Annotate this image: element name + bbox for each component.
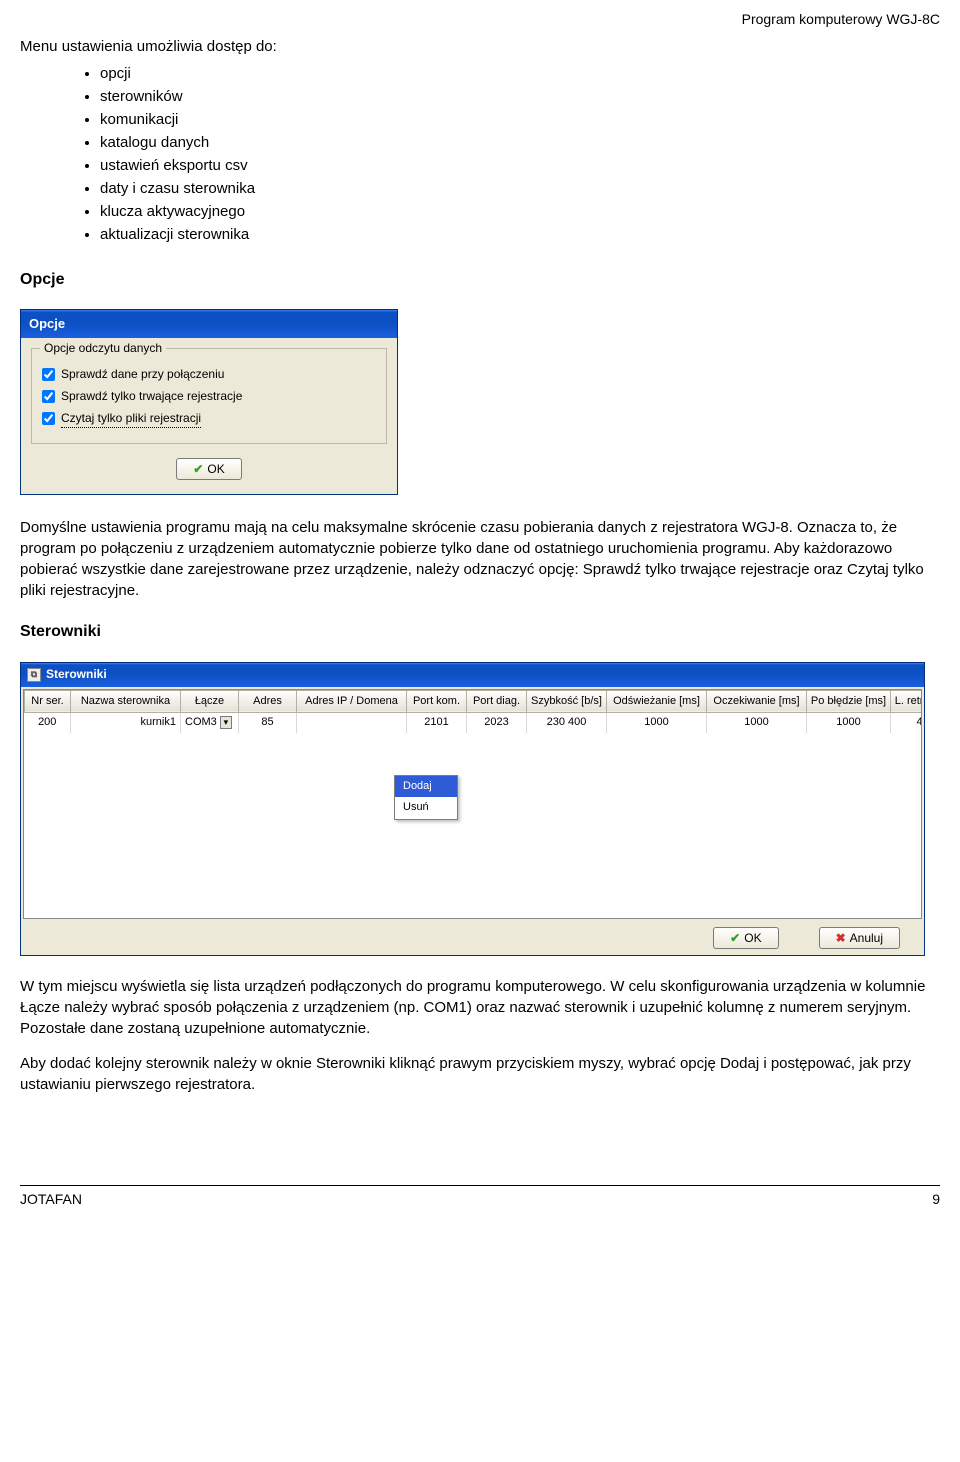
- menu-bullet-list: opcji sterowników komunikacji katalogu d…: [100, 63, 940, 245]
- opcje-title: Opcje: [29, 315, 65, 333]
- checkbox-2[interactable]: [42, 390, 55, 403]
- cell-pobl[interactable]: 1000: [807, 713, 891, 733]
- cancel-label: Anuluj: [850, 931, 883, 945]
- dropdown-arrow-icon[interactable]: ▾: [220, 716, 232, 729]
- col-nrser[interactable]: Nr ser.: [25, 690, 71, 712]
- col-lretr[interactable]: L. retrans.: [891, 690, 923, 712]
- cell-odsw[interactable]: 1000: [607, 713, 707, 733]
- footer-right: 9: [932, 1190, 940, 1210]
- opcje-paragraph: Domyślne ustawienia programu mają na cel…: [20, 517, 940, 601]
- opcje-groupbox: Opcje odczytu danych Sprawdź dane przy p…: [31, 348, 387, 444]
- sterowniki-table: Nr ser. Nazwa sterownika Łącze Adres Adr…: [24, 690, 922, 733]
- checkbox-1[interactable]: [42, 368, 55, 381]
- check-icon: ✔: [730, 931, 740, 945]
- checkbox-label-3: Czytaj tylko pliki rejestracji: [61, 410, 201, 429]
- sterowniki-dialog: ⧉ Sterowniki Nr ser. Nazwa sterownika Łą…: [20, 662, 925, 956]
- close-icon: ✖: [836, 931, 846, 945]
- col-ocz[interactable]: Oczekiwanie [ms]: [707, 690, 807, 712]
- opcje-dialog: Opcje Opcje odczytu danych Sprawdź dane …: [20, 309, 398, 495]
- check-icon: ✔: [193, 462, 203, 476]
- checkbox-3[interactable]: [42, 412, 55, 425]
- opcje-ok-button[interactable]: ✔ OK: [176, 458, 241, 480]
- sterowniki-paragraph-1: W tym miejscu wyświetla się lista urządz…: [20, 976, 940, 1039]
- cell-nrser[interactable]: 200: [25, 713, 71, 733]
- checkbox-label-1: Sprawdź dane przy połączeniu: [61, 366, 224, 383]
- list-item: daty i czasu sterownika: [100, 178, 940, 199]
- cell-ocz[interactable]: 1000: [707, 713, 807, 733]
- sterowniki-footer: ✔ OK ✖ Anuluj: [21, 921, 924, 955]
- sterowniki-table-wrap: Nr ser. Nazwa sterownika Łącze Adres Adr…: [23, 689, 922, 919]
- opcje-titlebar[interactable]: Opcje: [21, 310, 397, 338]
- cell-szyb[interactable]: 230 400: [527, 713, 607, 733]
- cell-ip[interactable]: [297, 713, 407, 733]
- list-item: ustawień eksportu csv: [100, 155, 940, 176]
- list-item: sterowników: [100, 86, 940, 107]
- list-item: klucza aktywacyjnego: [100, 201, 940, 222]
- table-header-row: Nr ser. Nazwa sterownika Łącze Adres Adr…: [25, 690, 923, 712]
- context-menu: Dodaj Usuń: [394, 775, 458, 820]
- titlebar-app-icon: ⧉: [27, 668, 41, 682]
- ctx-add[interactable]: Dodaj: [395, 776, 457, 797]
- ctx-remove[interactable]: Usuń: [395, 797, 457, 818]
- col-pdiag[interactable]: Port diag.: [467, 690, 527, 712]
- col-pkom[interactable]: Port kom.: [407, 690, 467, 712]
- cell-pkom[interactable]: 2101: [407, 713, 467, 733]
- list-item: aktualizacji sterownika: [100, 224, 940, 245]
- col-odsw[interactable]: Odświeżanie [ms]: [607, 690, 707, 712]
- col-szyb[interactable]: Szybkość [b/s]: [527, 690, 607, 712]
- ok-label: OK: [744, 931, 761, 945]
- sterowniki-ok-button[interactable]: ✔ OK: [713, 927, 778, 949]
- opcje-group-legend: Opcje odczytu danych: [40, 340, 166, 357]
- sterowniki-titlebar[interactable]: ⧉ Sterowniki: [21, 663, 924, 687]
- cell-lretr[interactable]: 4: [891, 713, 923, 733]
- checkbox-row-1[interactable]: Sprawdź dane przy połączeniu: [42, 366, 376, 383]
- cell-pdiag[interactable]: 2023: [467, 713, 527, 733]
- page-footer: JOTAFAN 9: [20, 1185, 940, 1210]
- section-heading-opcje: Opcje: [20, 269, 940, 291]
- intro-text: Menu ustawienia umożliwia dostęp do:: [20, 36, 940, 57]
- col-ip[interactable]: Adres IP / Domena: [297, 690, 407, 712]
- sterowniki-title: Sterowniki: [46, 666, 107, 683]
- col-pobl[interactable]: Po błędzie [ms]: [807, 690, 891, 712]
- page-header-label: Program komputerowy WGJ-8C: [20, 10, 940, 30]
- list-item: katalogu danych: [100, 132, 940, 153]
- footer-left: JOTAFAN: [20, 1190, 82, 1210]
- cell-lacze[interactable]: COM3 ▾: [181, 713, 239, 733]
- table-row[interactable]: 200 kurnik1 COM3 ▾ 85 2101 2023 230 400 …: [25, 713, 923, 733]
- cell-nazwa[interactable]: kurnik1: [71, 713, 181, 733]
- ok-label: OK: [207, 462, 224, 476]
- checkbox-label-2: Sprawdź tylko trwające rejestracje: [61, 388, 242, 405]
- col-lacze[interactable]: Łącze: [181, 690, 239, 712]
- list-item: opcji: [100, 63, 940, 84]
- cell-adres[interactable]: 85: [239, 713, 297, 733]
- col-nazwa[interactable]: Nazwa sterownika: [71, 690, 181, 712]
- checkbox-row-3[interactable]: Czytaj tylko pliki rejestracji: [42, 410, 376, 429]
- lacze-value: COM3: [185, 715, 217, 730]
- sterowniki-cancel-button[interactable]: ✖ Anuluj: [819, 927, 900, 949]
- col-adres[interactable]: Adres: [239, 690, 297, 712]
- list-item: komunikacji: [100, 109, 940, 130]
- checkbox-row-2[interactable]: Sprawdź tylko trwające rejestracje: [42, 388, 376, 405]
- sterowniki-paragraph-2: Aby dodać kolejny sterownik należy w okn…: [20, 1053, 940, 1095]
- section-heading-sterowniki: Sterowniki: [20, 621, 940, 643]
